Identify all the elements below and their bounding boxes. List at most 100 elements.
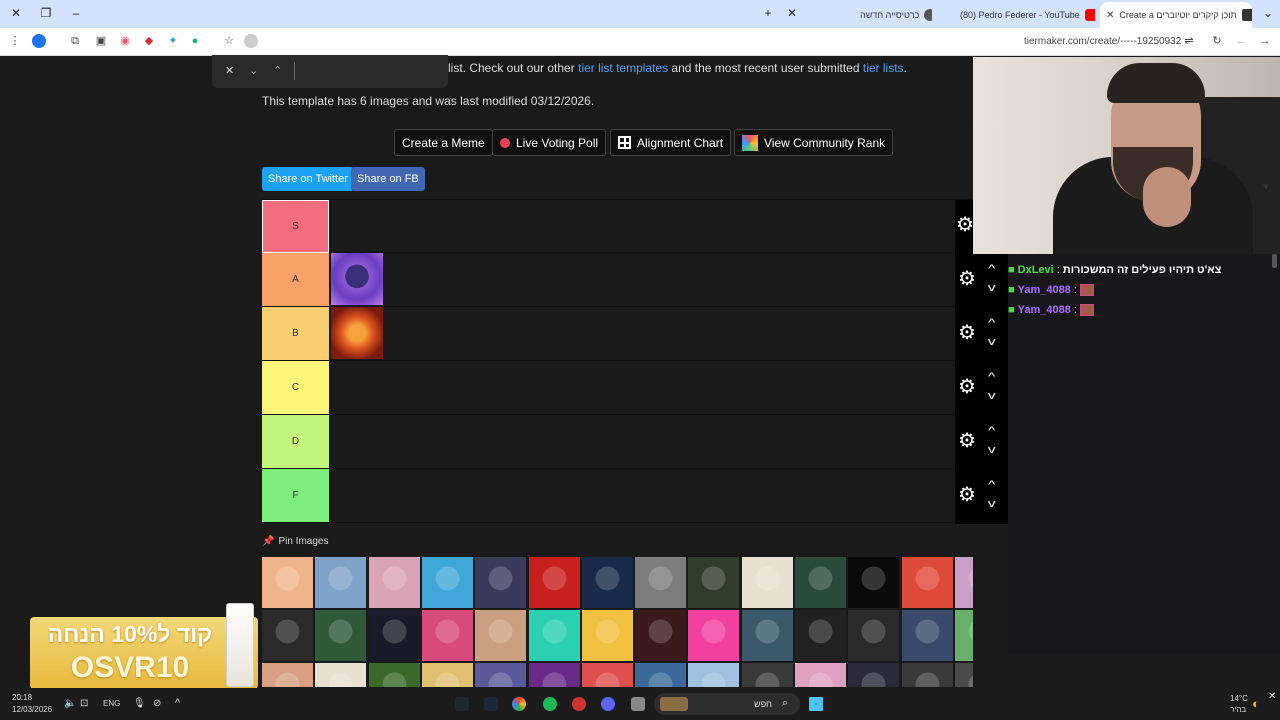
extension-icon[interactable]: ✦ <box>166 34 180 48</box>
new-tab-icon[interactable]: + <box>760 6 776 20</box>
restore-window-icon[interactable]: ❐ <box>38 6 54 20</box>
view-community-rank-button[interactable]: View Community Rank <box>734 129 894 156</box>
pool-image[interactable] <box>421 610 473 661</box>
gear-icon[interactable]: ⚙ <box>958 269 976 289</box>
tab-search-icon[interactable]: ⌄ <box>1260 6 1276 20</box>
tab-close-icon[interactable]: ✕ <box>784 6 800 20</box>
gear-icon[interactable]: ⚙ <box>958 323 976 343</box>
tier-label[interactable]: B <box>262 307 329 360</box>
tier-row-c[interactable]: C <box>262 361 973 415</box>
extension-icon[interactable]: ▣ <box>94 34 108 48</box>
extension-icon[interactable]: ● <box>188 34 202 48</box>
pool-image[interactable] <box>848 557 900 608</box>
chevron-up-icon[interactable]: ^ <box>988 479 995 491</box>
menu-icon[interactable]: ⋮ <box>8 34 22 48</box>
pool-image[interactable] <box>688 557 740 608</box>
pool-image[interactable] <box>528 557 580 608</box>
close-icon[interactable]: ✕ <box>225 64 234 77</box>
chevron-up-icon[interactable]: ^ <box>175 697 180 709</box>
pool-image[interactable] <box>635 557 687 608</box>
pool-image[interactable] <box>528 663 580 687</box>
tune-icon[interactable]: ⇌ <box>1182 34 1196 48</box>
pool-image[interactable] <box>741 663 793 687</box>
pool-image[interactable] <box>688 663 740 687</box>
pool-image[interactable] <box>901 663 953 687</box>
weather-temp[interactable]: 14°C <box>1230 694 1248 703</box>
create-meme-button[interactable]: Create a Meme <box>394 129 493 156</box>
tier-row-s[interactable]: S <box>262 199 973 253</box>
pool-image[interactable] <box>635 663 687 687</box>
pool-image[interactable] <box>795 557 846 608</box>
pool-image[interactable] <box>581 610 633 661</box>
tier-row-b[interactable]: B <box>262 307 973 361</box>
pool-image[interactable] <box>528 610 580 661</box>
microphone-icon[interactable]: 🎙 <box>133 698 146 709</box>
chevron-down-icon[interactable]: v <box>988 390 996 402</box>
pool-image[interactable] <box>741 557 793 608</box>
chat-username[interactable]: Yam_4088 <box>1018 284 1071 296</box>
tab-new-tab[interactable]: כרטיסייה חדשה <box>860 4 932 26</box>
gear-icon[interactable]: ⚙ <box>956 215 974 235</box>
pool-image[interactable] <box>315 663 367 687</box>
chat-username[interactable]: DxLevi <box>1018 264 1054 276</box>
pool-image[interactable] <box>795 610 846 661</box>
steam-icon[interactable] <box>484 697 498 711</box>
chevron-up-icon[interactable]: ^ <box>988 263 995 275</box>
language-indicator[interactable]: ENG <box>103 699 120 708</box>
chevron-down-icon[interactable]: v <box>988 282 996 294</box>
close-icon[interactable]: ✕ <box>1268 691 1276 702</box>
pool-image[interactable] <box>368 663 420 687</box>
tier-label[interactable]: D <box>262 415 329 468</box>
pool-image[interactable] <box>368 610 420 661</box>
tier-row-a[interactable]: A <box>262 253 973 307</box>
share-fb-button[interactable]: Share on FB <box>351 167 425 191</box>
pool-image[interactable] <box>368 557 420 608</box>
pool-image[interactable] <box>315 557 367 608</box>
pool-image[interactable] <box>421 663 473 687</box>
pool-image[interactable] <box>315 610 367 661</box>
pool-image[interactable] <box>954 663 973 687</box>
chevron-up-icon[interactable]: ⌃ <box>273 64 282 77</box>
minimize-window-icon[interactable]: – <box>68 6 84 20</box>
pool-image[interactable] <box>262 557 313 608</box>
clock-date[interactable]: 12/03/2026 <box>12 705 52 714</box>
pool-image[interactable] <box>901 557 953 608</box>
chevron-up-icon[interactable]: ^ <box>988 425 995 437</box>
back-icon[interactable]: → <box>1258 34 1272 48</box>
tier-label[interactable]: S <box>262 200 329 253</box>
extension-icon[interactable]: ◉ <box>118 34 132 48</box>
forward-icon[interactable]: ← <box>1234 34 1248 48</box>
tier-templates-link[interactable]: tier list templates <box>578 61 668 75</box>
url-text[interactable]: tiermaker.com/create/-----19250932 <box>1024 36 1181 47</box>
pool-image[interactable] <box>581 663 633 687</box>
tab-active[interactable]: ✕ Create a תוכן קיקרים יוטיוברים <box>1100 2 1252 28</box>
live-voting-poll-button[interactable]: Live Voting Poll <box>492 129 607 156</box>
pool-image[interactable] <box>901 610 953 661</box>
chevron-down-icon[interactable]: ⌄ <box>249 64 258 77</box>
tier-lists-link[interactable]: tier lists <box>863 61 904 75</box>
alignment-chart-button[interactable]: Alignment Chart <box>610 129 732 156</box>
clock-time[interactable]: 20:18 <box>12 693 32 702</box>
spotify-icon[interactable] <box>543 697 557 711</box>
pool-image[interactable] <box>475 610 527 661</box>
profile-icon[interactable] <box>32 34 46 48</box>
weather-desc[interactable]: בהיר <box>1230 705 1246 714</box>
gear-icon[interactable]: ⚙ <box>958 431 976 451</box>
pool-image[interactable] <box>741 610 793 661</box>
tab-youtube[interactable]: (80) Pedro Federer - YouTube <box>960 4 1095 26</box>
extension-icon[interactable]: ◆ <box>142 34 156 48</box>
tier-row-d[interactable]: D <box>262 415 973 469</box>
pool-image[interactable] <box>262 610 313 661</box>
pool-image[interactable] <box>475 663 527 687</box>
close-window-icon[interactable]: ✕ <box>8 6 24 20</box>
mute-icon[interactable]: ⊘ <box>153 698 161 709</box>
pool-image[interactable] <box>262 663 313 687</box>
pool-image[interactable] <box>848 610 900 661</box>
pool-image[interactable] <box>848 663 900 687</box>
pool-image[interactable] <box>421 557 473 608</box>
site-info-icon[interactable] <box>244 34 258 48</box>
pool-image[interactable] <box>954 557 973 608</box>
share-twitter-button[interactable]: Share on Twitter <box>262 167 354 191</box>
tab-close-icon[interactable]: ✕ <box>1106 10 1114 21</box>
network-icon[interactable]: ⊡ <box>80 698 88 709</box>
